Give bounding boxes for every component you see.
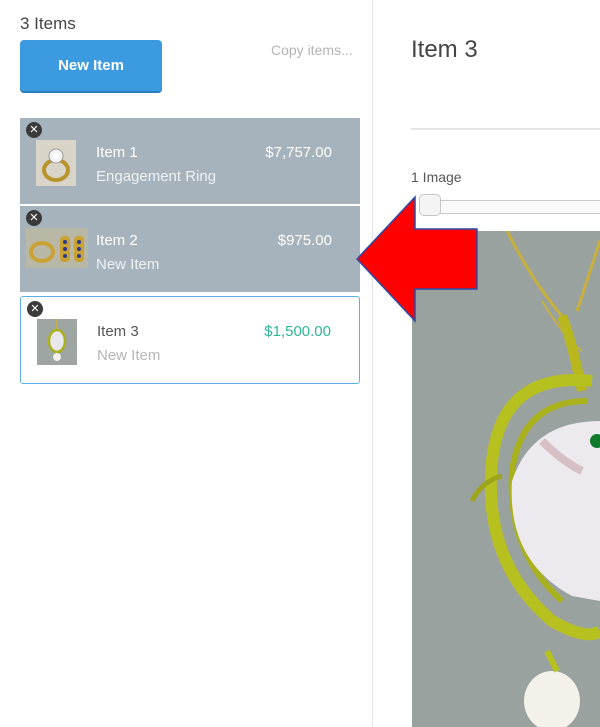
item-1-name: Item 1 <box>96 144 138 161</box>
new-item-button[interactable]: New Item <box>20 40 162 91</box>
item-list-panel: 3 Items New Item Copy items... ✕ Item 1 … <box>0 0 373 727</box>
item-title: Item 3 <box>411 36 478 63</box>
item-row-3[interactable]: ✕ Item 3 New Item $1,500.00 <box>20 296 360 384</box>
image-count: 1 Image <box>411 169 462 185</box>
item-3-name: Item 3 <box>97 323 139 340</box>
divider <box>411 128 600 130</box>
remove-item-1-icon[interactable]: ✕ <box>26 122 42 138</box>
item-1-thumbnail <box>36 140 76 186</box>
item-row-1[interactable]: ✕ Item 1 Engagement Ring $7,757.00 <box>20 118 360 206</box>
item-list: ✕ Item 1 Engagement Ring $7,757.00 ✕ Ite… <box>20 118 360 384</box>
item-row-2[interactable]: ✕ Item 2 New Item $975.00 <box>20 206 360 294</box>
remove-item-3-icon[interactable]: ✕ <box>27 301 43 317</box>
item-2-name: Item 2 <box>96 232 138 249</box>
copy-items-link[interactable]: Copy items... <box>271 42 353 58</box>
items-count: 3 Items <box>20 14 76 33</box>
item-2-subtitle: New Item <box>96 256 160 273</box>
item-1-price: $7,757.00 <box>265 144 332 161</box>
item-2-thumbnail <box>26 228 88 268</box>
item-1-subtitle: Engagement Ring <box>96 168 217 185</box>
remove-item-2-icon[interactable]: ✕ <box>26 210 42 226</box>
item-3-price: $1,500.00 <box>264 323 331 340</box>
item-3-subtitle: New Item <box>97 347 161 364</box>
item-2-price: $975.00 <box>277 232 332 249</box>
item-3-thumbnail <box>37 319 77 365</box>
red-arrow-annotation <box>355 195 478 323</box>
